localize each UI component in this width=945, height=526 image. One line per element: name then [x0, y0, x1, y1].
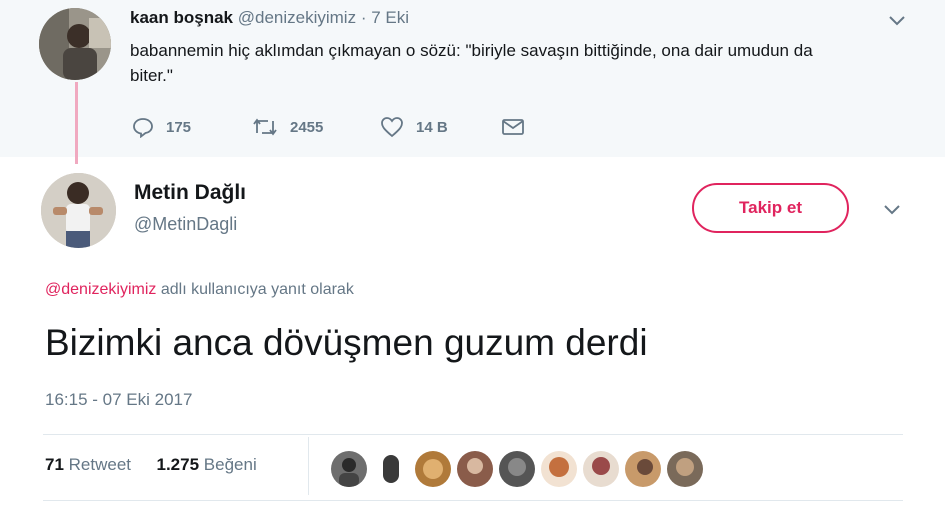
- retweet-stat[interactable]: 71 Retweet: [45, 455, 131, 474]
- retweet-button[interactable]: 2455: [252, 116, 323, 138]
- thread-connector-line: [75, 82, 78, 164]
- retweet-stat-label: Retweet: [68, 455, 132, 474]
- tweet-timestamp[interactable]: 16:15 - 07 Eki 2017: [45, 390, 192, 410]
- tweet-text: Bizimki anca dövüşmen guzum derdi: [45, 322, 648, 363]
- follow-button[interactable]: Takip et: [692, 183, 849, 233]
- liker-avatar[interactable]: [623, 449, 663, 489]
- liker-avatar[interactable]: [539, 449, 579, 489]
- chevron-down-icon[interactable]: [882, 203, 902, 217]
- parent-timestamp[interactable]: 7 Eki: [371, 8, 409, 27]
- like-stat[interactable]: 1.275 Beğeni: [157, 455, 257, 474]
- tweet-stats: 71 Retweet 1.275 Beğeni: [45, 455, 257, 475]
- liker-avatar[interactable]: [371, 449, 411, 489]
- stats-separator: [308, 437, 309, 495]
- parent-tweet-text: babannemin hiç aklımdan çıkmayan o sözü:…: [130, 41, 813, 85]
- reply-context-text: adlı kullanıcıya yanıt olarak: [156, 281, 354, 298]
- author-name[interactable]: Metin Dağlı: [134, 181, 246, 205]
- reply-icon: [133, 118, 153, 138]
- separator-dot: ·: [360, 8, 367, 27]
- parent-author-name[interactable]: kaan boşnak: [130, 8, 233, 27]
- retweet-stat-count: 71: [45, 455, 64, 474]
- retweet-icon: [253, 118, 277, 136]
- like-stat-label: Beğeni: [203, 455, 257, 474]
- liker-avatar[interactable]: [413, 449, 453, 489]
- reply-context: @denizekiyimiz adlı kullanıcıya yanıt ol…: [45, 281, 354, 299]
- parent-avatar[interactable]: [39, 8, 111, 80]
- reply-button[interactable]: 175: [132, 116, 191, 138]
- author-handle[interactable]: @MetinDagli: [134, 214, 237, 235]
- stats-divider-bottom: [43, 500, 903, 501]
- parent-author-handle[interactable]: @denizekiyimiz: [238, 8, 356, 27]
- heart-icon: [381, 117, 403, 138]
- like-button[interactable]: 14 B: [380, 116, 448, 138]
- like-stat-count: 1.275: [156, 455, 200, 474]
- liker-avatar[interactable]: [665, 449, 705, 489]
- like-count: 14 B: [416, 118, 448, 136]
- retweet-count: 2455: [290, 118, 324, 136]
- direct-message-button[interactable]: [501, 116, 537, 138]
- liker-avatar[interactable]: [581, 449, 621, 489]
- reply-count: 175: [166, 118, 192, 136]
- envelope-icon: [502, 119, 524, 135]
- liker-avatar[interactable]: [497, 449, 537, 489]
- parent-header: kaan boşnak @denizekiyimiz · 7 Eki: [130, 8, 409, 28]
- author-avatar[interactable]: [41, 173, 116, 248]
- liker-avatar[interactable]: [455, 449, 495, 489]
- chevron-down-icon[interactable]: [887, 14, 907, 28]
- stats-divider-top: [43, 434, 903, 435]
- parent-tweet[interactable]: kaan boşnak @denizekiyimiz · 7 Eki baban…: [0, 0, 945, 157]
- liker-avatar[interactable]: [329, 449, 369, 489]
- reply-mention-link[interactable]: @denizekiyimiz: [45, 281, 156, 298]
